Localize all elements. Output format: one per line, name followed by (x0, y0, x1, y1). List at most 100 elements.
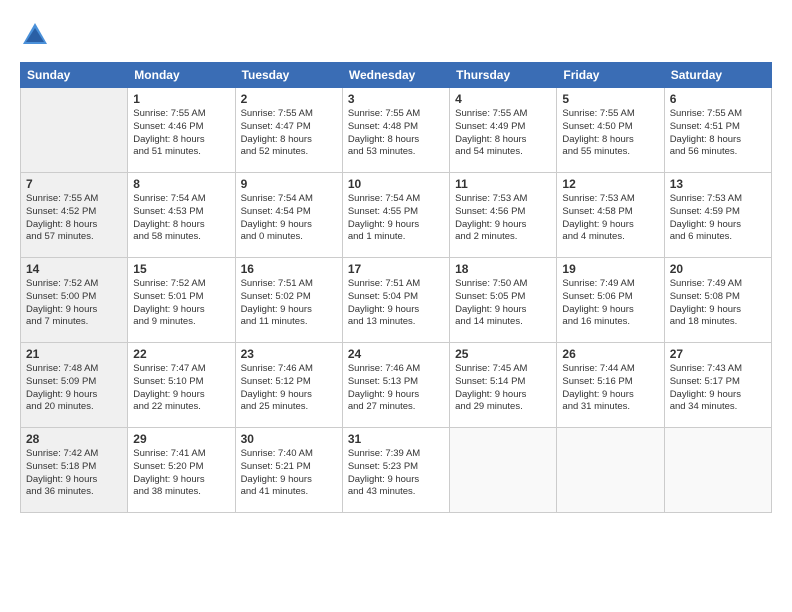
calendar-cell: 28 Sunrise: 7:42 AMSunset: 5:18 PMDayligh… (21, 428, 128, 513)
calendar-cell: 8 Sunrise: 7:54 AMSunset: 4:53 PMDaylight… (128, 173, 235, 258)
calendar-cell: 10 Sunrise: 7:54 AMSunset: 4:55 PMDayligh… (342, 173, 449, 258)
header (20, 20, 772, 50)
day-number: 24 (348, 347, 444, 361)
day-info: Sunrise: 7:45 AMSunset: 5:14 PMDaylight:… (455, 363, 551, 414)
day-info: Sunrise: 7:55 AMSunset: 4:51 PMDaylight:… (670, 108, 766, 159)
calendar-cell: 12 Sunrise: 7:53 AMSunset: 4:58 PMDayligh… (557, 173, 664, 258)
day-info: Sunrise: 7:47 AMSunset: 5:10 PMDaylight:… (133, 363, 229, 414)
day-number: 16 (241, 262, 337, 276)
day-number: 10 (348, 177, 444, 191)
day-number: 18 (455, 262, 551, 276)
weekday-header: Monday (128, 63, 235, 88)
day-number: 1 (133, 92, 229, 106)
day-number: 8 (133, 177, 229, 191)
day-info: Sunrise: 7:46 AMSunset: 5:13 PMDaylight:… (348, 363, 444, 414)
day-info: Sunrise: 7:49 AMSunset: 5:06 PMDaylight:… (562, 278, 658, 329)
calendar-cell: 4Sunrise: 7:55 AMSunset: 4:49 PMDaylight… (450, 88, 557, 173)
day-number: 3 (348, 92, 444, 106)
calendar-cell: 6 Sunrise: 7:55 AMSunset: 4:51 PMDaylight… (664, 88, 771, 173)
calendar-cell: 5Sunrise: 7:55 AMSunset: 4:50 PMDaylight… (557, 88, 664, 173)
day-info: Sunrise: 7:52 AMSunset: 5:00 PMDaylight:… (26, 278, 122, 329)
logo (20, 20, 54, 50)
day-number: 29 (133, 432, 229, 446)
day-info: Sunrise: 7:55 AMSunset: 4:47 PMDaylight:… (241, 108, 337, 159)
day-number: 26 (562, 347, 658, 361)
calendar-cell: 31 Sunrise: 7:39 AMSunset: 5:23 PMDayligh… (342, 428, 449, 513)
calendar-cell: 20 Sunrise: 7:49 AMSunset: 5:08 PMDayligh… (664, 258, 771, 343)
day-number: 30 (241, 432, 337, 446)
weekday-header: Wednesday (342, 63, 449, 88)
day-number: 9 (241, 177, 337, 191)
calendar-cell: 19 Sunrise: 7:49 AMSunset: 5:06 PMDayligh… (557, 258, 664, 343)
calendar-cell (21, 88, 128, 173)
day-info: Sunrise: 7:55 AMSunset: 4:52 PMDaylight:… (26, 193, 122, 244)
calendar-cell (557, 428, 664, 513)
calendar-cell: 29 Sunrise: 7:41 AMSunset: 5:20 PMDayligh… (128, 428, 235, 513)
calendar-cell: 17 Sunrise: 7:51 AMSunset: 5:04 PMDayligh… (342, 258, 449, 343)
day-number: 27 (670, 347, 766, 361)
calendar-week-row: 1Sunrise: 7:55 AMSunset: 4:46 PMDaylight… (21, 88, 772, 173)
calendar-cell (450, 428, 557, 513)
day-info: Sunrise: 7:54 AMSunset: 4:55 PMDaylight:… (348, 193, 444, 244)
day-number: 21 (26, 347, 122, 361)
day-info: Sunrise: 7:39 AMSunset: 5:23 PMDaylight:… (348, 448, 444, 499)
day-info: Sunrise: 7:53 AMSunset: 4:59 PMDaylight:… (670, 193, 766, 244)
day-number: 7 (26, 177, 122, 191)
calendar-cell: 11Sunrise: 7:53 AMSunset: 4:56 PMDayligh… (450, 173, 557, 258)
day-number: 31 (348, 432, 444, 446)
weekday-header: Saturday (664, 63, 771, 88)
day-number: 17 (348, 262, 444, 276)
day-info: Sunrise: 7:42 AMSunset: 5:18 PMDaylight:… (26, 448, 122, 499)
calendar-cell: 30 Sunrise: 7:40 AMSunset: 5:21 PMDayligh… (235, 428, 342, 513)
day-info: Sunrise: 7:41 AMSunset: 5:20 PMDaylight:… (133, 448, 229, 499)
day-info: Sunrise: 7:40 AMSunset: 5:21 PMDaylight:… (241, 448, 337, 499)
weekday-header: Sunday (21, 63, 128, 88)
day-info: Sunrise: 7:43 AMSunset: 5:17 PMDaylight:… (670, 363, 766, 414)
day-number: 23 (241, 347, 337, 361)
calendar-cell: 16 Sunrise: 7:51 AMSunset: 5:02 PMDayligh… (235, 258, 342, 343)
day-number: 15 (133, 262, 229, 276)
day-info: Sunrise: 7:48 AMSunset: 5:09 PMDaylight:… (26, 363, 122, 414)
day-info: Sunrise: 7:51 AMSunset: 5:02 PMDaylight:… (241, 278, 337, 329)
day-number: 14 (26, 262, 122, 276)
calendar-week-row: 28 Sunrise: 7:42 AMSunset: 5:18 PMDayligh… (21, 428, 772, 513)
calendar-header-row: SundayMondayTuesdayWednesdayThursdayFrid… (21, 63, 772, 88)
day-number: 6 (670, 92, 766, 106)
day-info: Sunrise: 7:53 AMSunset: 4:58 PMDaylight:… (562, 193, 658, 244)
calendar-cell: 24 Sunrise: 7:46 AMSunset: 5:13 PMDayligh… (342, 343, 449, 428)
day-info: Sunrise: 7:52 AMSunset: 5:01 PMDaylight:… (133, 278, 229, 329)
day-info: Sunrise: 7:50 AMSunset: 5:05 PMDaylight:… (455, 278, 551, 329)
day-number: 25 (455, 347, 551, 361)
day-number: 12 (562, 177, 658, 191)
calendar-cell (664, 428, 771, 513)
calendar-cell: 1Sunrise: 7:55 AMSunset: 4:46 PMDaylight… (128, 88, 235, 173)
day-number: 22 (133, 347, 229, 361)
calendar-cell: 18 Sunrise: 7:50 AMSunset: 5:05 PMDayligh… (450, 258, 557, 343)
calendar-cell: 26Sunrise: 7:44 AMSunset: 5:16 PMDayligh… (557, 343, 664, 428)
calendar-cell: 9 Sunrise: 7:54 AMSunset: 4:54 PMDaylight… (235, 173, 342, 258)
page: SundayMondayTuesdayWednesdayThursdayFrid… (0, 0, 792, 612)
calendar-cell: 13Sunrise: 7:53 AMSunset: 4:59 PMDayligh… (664, 173, 771, 258)
day-number: 2 (241, 92, 337, 106)
day-info: Sunrise: 7:46 AMSunset: 5:12 PMDaylight:… (241, 363, 337, 414)
calendar-cell: 14 Sunrise: 7:52 AMSunset: 5:00 PMDayligh… (21, 258, 128, 343)
calendar-cell: 22 Sunrise: 7:47 AMSunset: 5:10 PMDayligh… (128, 343, 235, 428)
weekday-header: Friday (557, 63, 664, 88)
day-number: 20 (670, 262, 766, 276)
day-info: Sunrise: 7:51 AMSunset: 5:04 PMDaylight:… (348, 278, 444, 329)
day-info: Sunrise: 7:54 AMSunset: 4:53 PMDaylight:… (133, 193, 229, 244)
day-number: 28 (26, 432, 122, 446)
calendar-cell: 3Sunrise: 7:55 AMSunset: 4:48 PMDaylight… (342, 88, 449, 173)
calendar-cell: 27 Sunrise: 7:43 AMSunset: 5:17 PMDayligh… (664, 343, 771, 428)
calendar-cell: 23 Sunrise: 7:46 AMSunset: 5:12 PMDayligh… (235, 343, 342, 428)
day-info: Sunrise: 7:55 AMSunset: 4:49 PMDaylight:… (455, 108, 551, 159)
calendar-cell: 21 Sunrise: 7:48 AMSunset: 5:09 PMDayligh… (21, 343, 128, 428)
day-info: Sunrise: 7:55 AMSunset: 4:50 PMDaylight:… (562, 108, 658, 159)
calendar-week-row: 21 Sunrise: 7:48 AMSunset: 5:09 PMDayligh… (21, 343, 772, 428)
day-info: Sunrise: 7:54 AMSunset: 4:54 PMDaylight:… (241, 193, 337, 244)
calendar-cell: 7 Sunrise: 7:55 AMSunset: 4:52 PMDaylight… (21, 173, 128, 258)
day-number: 19 (562, 262, 658, 276)
logo-icon (20, 20, 50, 50)
day-info: Sunrise: 7:53 AMSunset: 4:56 PMDaylight:… (455, 193, 551, 244)
day-info: Sunrise: 7:49 AMSunset: 5:08 PMDaylight:… (670, 278, 766, 329)
